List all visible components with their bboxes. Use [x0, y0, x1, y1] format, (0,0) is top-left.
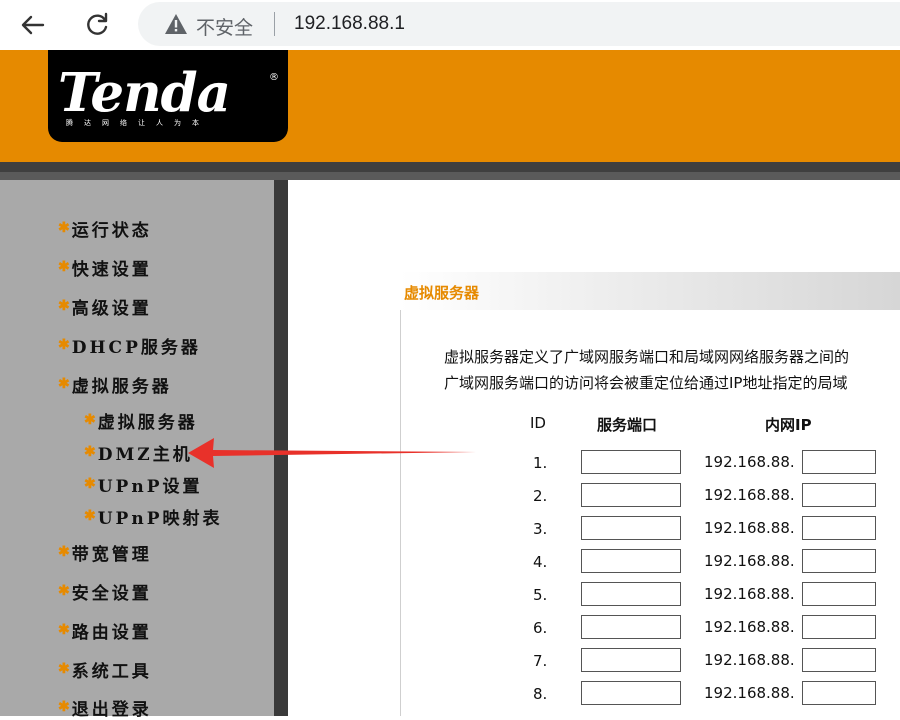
- service-port-input[interactable]: [581, 681, 681, 705]
- row-id: 1.: [533, 454, 548, 472]
- address-bar[interactable]: 不安全 192.168.88.1: [138, 2, 900, 46]
- ip-prefix: 192.168.88.: [704, 453, 795, 471]
- ip-suffix-input[interactable]: [802, 681, 876, 705]
- sidebar-item-label: 高级设置: [71, 298, 152, 319]
- service-port-input[interactable]: [581, 582, 681, 606]
- bullet-icon: ✱: [58, 622, 70, 638]
- browser-toolbar: 不安全 192.168.88.1: [0, 0, 900, 50]
- service-port-input[interactable]: [581, 615, 681, 639]
- reload-button[interactable]: [80, 8, 114, 42]
- sidebar-item-label: DMZ主机: [97, 444, 193, 465]
- url-text[interactable]: 192.168.88.1: [294, 13, 405, 35]
- sidebar-item-status[interactable]: ✱ 运行状态: [58, 216, 152, 241]
- ip-prefix: 192.168.88.: [704, 651, 795, 669]
- sidebar-subitem-upnp-settings[interactable]: ✱ UPnP设置: [84, 472, 203, 497]
- ip-suffix-input[interactable]: [802, 582, 876, 606]
- bullet-icon: ✱: [84, 476, 96, 492]
- bullet-icon: ✱: [58, 337, 70, 353]
- section-header: 虚拟服务器: [400, 272, 900, 310]
- sidebar-item-security[interactable]: ✱ 安全设置: [58, 579, 152, 604]
- row-id: 3.: [533, 520, 548, 538]
- logo-slogan: 腾达网络让人为本: [66, 119, 210, 127]
- row-id: 8.: [533, 685, 548, 703]
- service-port-input[interactable]: [581, 516, 681, 540]
- sidebar-item-system-tools[interactable]: ✱ 系统工具: [58, 657, 152, 682]
- ip-suffix-input[interactable]: [802, 450, 876, 474]
- sidebar-item-label: UPnP映射表: [97, 508, 223, 529]
- logo-wordmark: Tenda: [58, 62, 231, 124]
- sidebar-item-label: 安全设置: [71, 583, 152, 604]
- description-line-2: 广域网服务端口的访问将会被重定位给通过IP地址指定的局域: [444, 374, 848, 392]
- service-port-input[interactable]: [581, 450, 681, 474]
- ip-suffix-input[interactable]: [802, 648, 876, 672]
- sidebar-subitem-virtual-server[interactable]: ✱ 虚拟服务器: [84, 408, 198, 433]
- ip-prefix: 192.168.88.: [704, 618, 795, 636]
- ip-prefix: 192.168.88.: [704, 552, 795, 570]
- reload-icon: [87, 12, 108, 35]
- header-divider: [0, 162, 900, 172]
- sidebar-item-label: 带宽管理: [71, 544, 152, 565]
- column-header-id: ID: [530, 414, 546, 432]
- sidebar-item-label: UPnP设置: [97, 476, 203, 497]
- bullet-icon: ✱: [84, 444, 96, 460]
- sidebar-gutter: [274, 180, 288, 716]
- sidebar-item-label: 系统工具: [71, 661, 152, 682]
- service-port-input[interactable]: [581, 483, 681, 507]
- ip-prefix: 192.168.88.: [704, 585, 795, 603]
- sidebar-item-label: DHCP服务器: [71, 337, 201, 358]
- service-port-input[interactable]: [581, 648, 681, 672]
- sidebar-subitem-dmz-host[interactable]: ✱ DMZ主机: [84, 440, 193, 465]
- ip-prefix: 192.168.88.: [704, 684, 795, 702]
- column-header-ip: 内网IP: [765, 416, 812, 434]
- bullet-icon: ✱: [58, 220, 70, 236]
- sidebar-item-label: 虚拟服务器: [71, 376, 172, 397]
- sidebar-item-advanced[interactable]: ✱ 高级设置: [58, 294, 152, 319]
- ip-suffix-input[interactable]: [802, 516, 876, 540]
- ip-suffix-input[interactable]: [802, 483, 876, 507]
- bullet-icon: ✱: [58, 376, 70, 392]
- security-status[interactable]: 不安全: [196, 13, 253, 40]
- back-button[interactable]: [16, 8, 50, 42]
- header-divider-lower: [0, 172, 900, 180]
- content-border: [400, 310, 401, 716]
- back-arrow-icon: [21, 15, 45, 35]
- bullet-icon: ✱: [58, 699, 70, 715]
- sidebar-item-label: 运行状态: [71, 220, 152, 241]
- bullet-icon: ✱: [84, 412, 96, 428]
- row-id: 6.: [533, 619, 548, 637]
- bullet-icon: ✱: [58, 544, 70, 560]
- sidebar-item-label: 虚拟服务器: [97, 412, 198, 433]
- section-title: 虚拟服务器: [404, 284, 480, 302]
- description-line-1: 虚拟服务器定义了广域网服务端口和局域网网络服务器之间的: [444, 348, 850, 366]
- bullet-icon: ✱: [58, 583, 70, 599]
- column-header-port: 服务端口: [597, 416, 658, 434]
- bullet-icon: ✱: [58, 298, 70, 314]
- bullet-icon: ✱: [58, 259, 70, 275]
- row-id: 7.: [533, 652, 548, 670]
- address-separator: [274, 12, 275, 36]
- sidebar-item-dhcp[interactable]: ✱ DHCP服务器: [58, 333, 201, 358]
- registered-mark: ®: [269, 72, 279, 83]
- ip-suffix-input[interactable]: [802, 615, 876, 639]
- row-id: 4.: [533, 553, 548, 571]
- sidebar-item-logout[interactable]: ✱ 退出登录: [58, 695, 152, 720]
- tenda-logo: Tenda ® 腾达网络让人为本: [48, 50, 288, 142]
- sidebar-item-routing[interactable]: ✱ 路由设置: [58, 618, 152, 643]
- sidebar-item-virtual-server[interactable]: ✱ 虚拟服务器: [58, 372, 172, 397]
- sidebar-item-label: 路由设置: [71, 622, 152, 643]
- sidebar-item-label: 快速设置: [71, 259, 152, 280]
- service-port-input[interactable]: [581, 549, 681, 573]
- sidebar-item-quick-setup[interactable]: ✱ 快速设置: [58, 255, 152, 280]
- row-id: 5.: [533, 586, 548, 604]
- ip-prefix: 192.168.88.: [704, 519, 795, 537]
- row-id: 2.: [533, 487, 548, 505]
- sidebar-subitem-upnp-map[interactable]: ✱ UPnP映射表: [84, 504, 223, 529]
- ip-prefix: 192.168.88.: [704, 486, 795, 504]
- bullet-icon: ✱: [84, 508, 96, 524]
- sidebar-item-bandwidth[interactable]: ✱ 带宽管理: [58, 540, 152, 565]
- warning-icon: [165, 14, 187, 34]
- bullet-icon: ✱: [58, 661, 70, 677]
- ip-suffix-input[interactable]: [802, 549, 876, 573]
